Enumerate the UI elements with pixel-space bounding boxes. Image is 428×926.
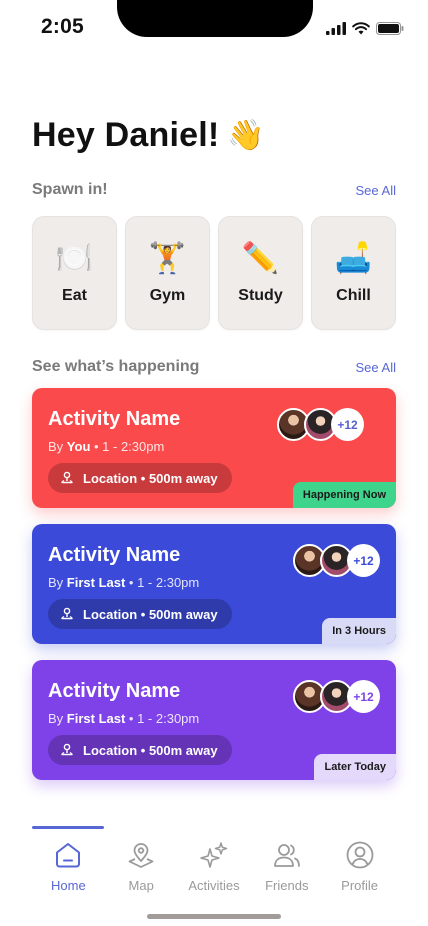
more-attendees-badge: +12	[347, 680, 380, 713]
location-pill[interactable]: Location • 500m away	[48, 599, 232, 629]
activity-name: Activity Name	[48, 408, 181, 430]
nav-label: Profile	[341, 878, 379, 893]
category-label: Eat	[62, 287, 87, 304]
status-icons	[326, 22, 404, 35]
attendee-avatars[interactable]: +12	[293, 544, 380, 577]
pencil-icon: ✏️	[241, 242, 280, 275]
attendee-avatars[interactable]: +12	[277, 408, 364, 441]
status-tag: Happening Now	[292, 482, 396, 508]
battery-icon	[376, 22, 404, 35]
profile-icon	[346, 841, 373, 869]
more-attendees-badge: +12	[347, 544, 380, 577]
nav-label: Home	[51, 878, 86, 893]
nav-label: Friends	[265, 878, 309, 893]
couch-icon: 🛋️	[334, 242, 373, 275]
nav-label: Map	[128, 878, 154, 893]
happening-section-title: See what’s happening	[32, 358, 200, 375]
activity-host: You	[66, 439, 91, 454]
waving-hand-icon: 👋	[227, 118, 265, 152]
spawn-section-header: Spawn in! See All	[32, 181, 396, 199]
plate-cutlery-icon: 🍽️	[55, 242, 94, 275]
activity-card[interactable]: Activity Name By First Last • 1 - 2:30pm…	[32, 524, 396, 644]
activity-card[interactable]: Activity Name By You • 1 - 2:30pm Locati…	[32, 388, 396, 508]
notch	[117, 0, 313, 37]
sparkles-icon	[200, 842, 228, 868]
activity-name: Activity Name	[48, 680, 181, 702]
activity-name: Activity Name	[48, 544, 181, 566]
status-time: 2:05	[41, 15, 84, 38]
category-eat[interactable]: 🍽️ Eat	[32, 216, 117, 330]
more-attendees-badge: +12	[331, 408, 364, 441]
happening-see-all-link[interactable]: See All	[356, 360, 396, 375]
nav-profile[interactable]: Profile	[323, 826, 396, 896]
happening-section-header: See what’s happening See All	[32, 358, 396, 376]
map-pin-icon	[128, 843, 154, 868]
signal-icon	[326, 22, 346, 35]
nav-map[interactable]: Map	[105, 826, 178, 896]
home-icon	[56, 843, 81, 868]
category-list: 🍽️ Eat 🏋️ Gym ✏️ Study 🛋️ Chill	[32, 216, 396, 330]
wifi-icon	[352, 22, 370, 35]
location-pill[interactable]: Location • 500m away	[48, 463, 232, 493]
activity-card[interactable]: Activity Name By First Last • 1 - 2:30pm…	[32, 660, 396, 780]
category-label: Gym	[149, 287, 186, 304]
category-study[interactable]: ✏️ Study	[218, 216, 303, 330]
location-pin-icon	[61, 743, 73, 756]
status-tag: Later Today	[314, 754, 396, 780]
activity-host: First Last	[66, 711, 126, 726]
activity-time: • 1 - 2:30pm	[125, 711, 200, 726]
friends-icon	[273, 844, 300, 867]
nav-home[interactable]: Home	[32, 826, 105, 896]
activity-meta: By You • 1 - 2:30pm	[48, 439, 165, 454]
location-text: Location • 500m away	[83, 470, 218, 486]
weightlifter-icon: 🏋️	[148, 242, 187, 275]
activity-host: First Last	[66, 575, 126, 590]
spawn-section-title: Spawn in!	[32, 181, 108, 198]
attendee-avatars[interactable]: +12	[293, 680, 380, 713]
nav-activities[interactable]: Activities	[178, 826, 251, 896]
category-label: Study	[238, 287, 283, 304]
location-pill[interactable]: Location • 500m away	[48, 735, 232, 765]
greeting: Hey Daniel! 👋	[32, 116, 265, 155]
location-pin-icon	[61, 471, 73, 484]
greeting-text: Hey Daniel!	[32, 116, 220, 154]
home-indicator	[147, 914, 281, 919]
nav-friends[interactable]: Friends	[250, 826, 323, 896]
nav-label: Activities	[188, 878, 240, 893]
activity-meta: By First Last • 1 - 2:30pm	[48, 711, 200, 726]
status-tag: In 3 Hours	[322, 618, 396, 644]
bottom-nav: Home Map Activities Friends Profile	[32, 826, 396, 896]
category-gym[interactable]: 🏋️ Gym	[125, 216, 210, 330]
category-label: Chill	[336, 287, 371, 304]
activity-time: • 1 - 2:30pm	[125, 575, 200, 590]
location-text: Location • 500m away	[83, 742, 218, 758]
activity-meta: By First Last • 1 - 2:30pm	[48, 575, 200, 590]
category-chill[interactable]: 🛋️ Chill	[311, 216, 396, 330]
spawn-see-all-link[interactable]: See All	[356, 183, 396, 198]
location-text: Location • 500m away	[83, 606, 218, 622]
location-pin-icon	[61, 607, 73, 620]
status-bar: 2:05	[0, 0, 428, 50]
activity-time: • 1 - 2:30pm	[90, 439, 165, 454]
